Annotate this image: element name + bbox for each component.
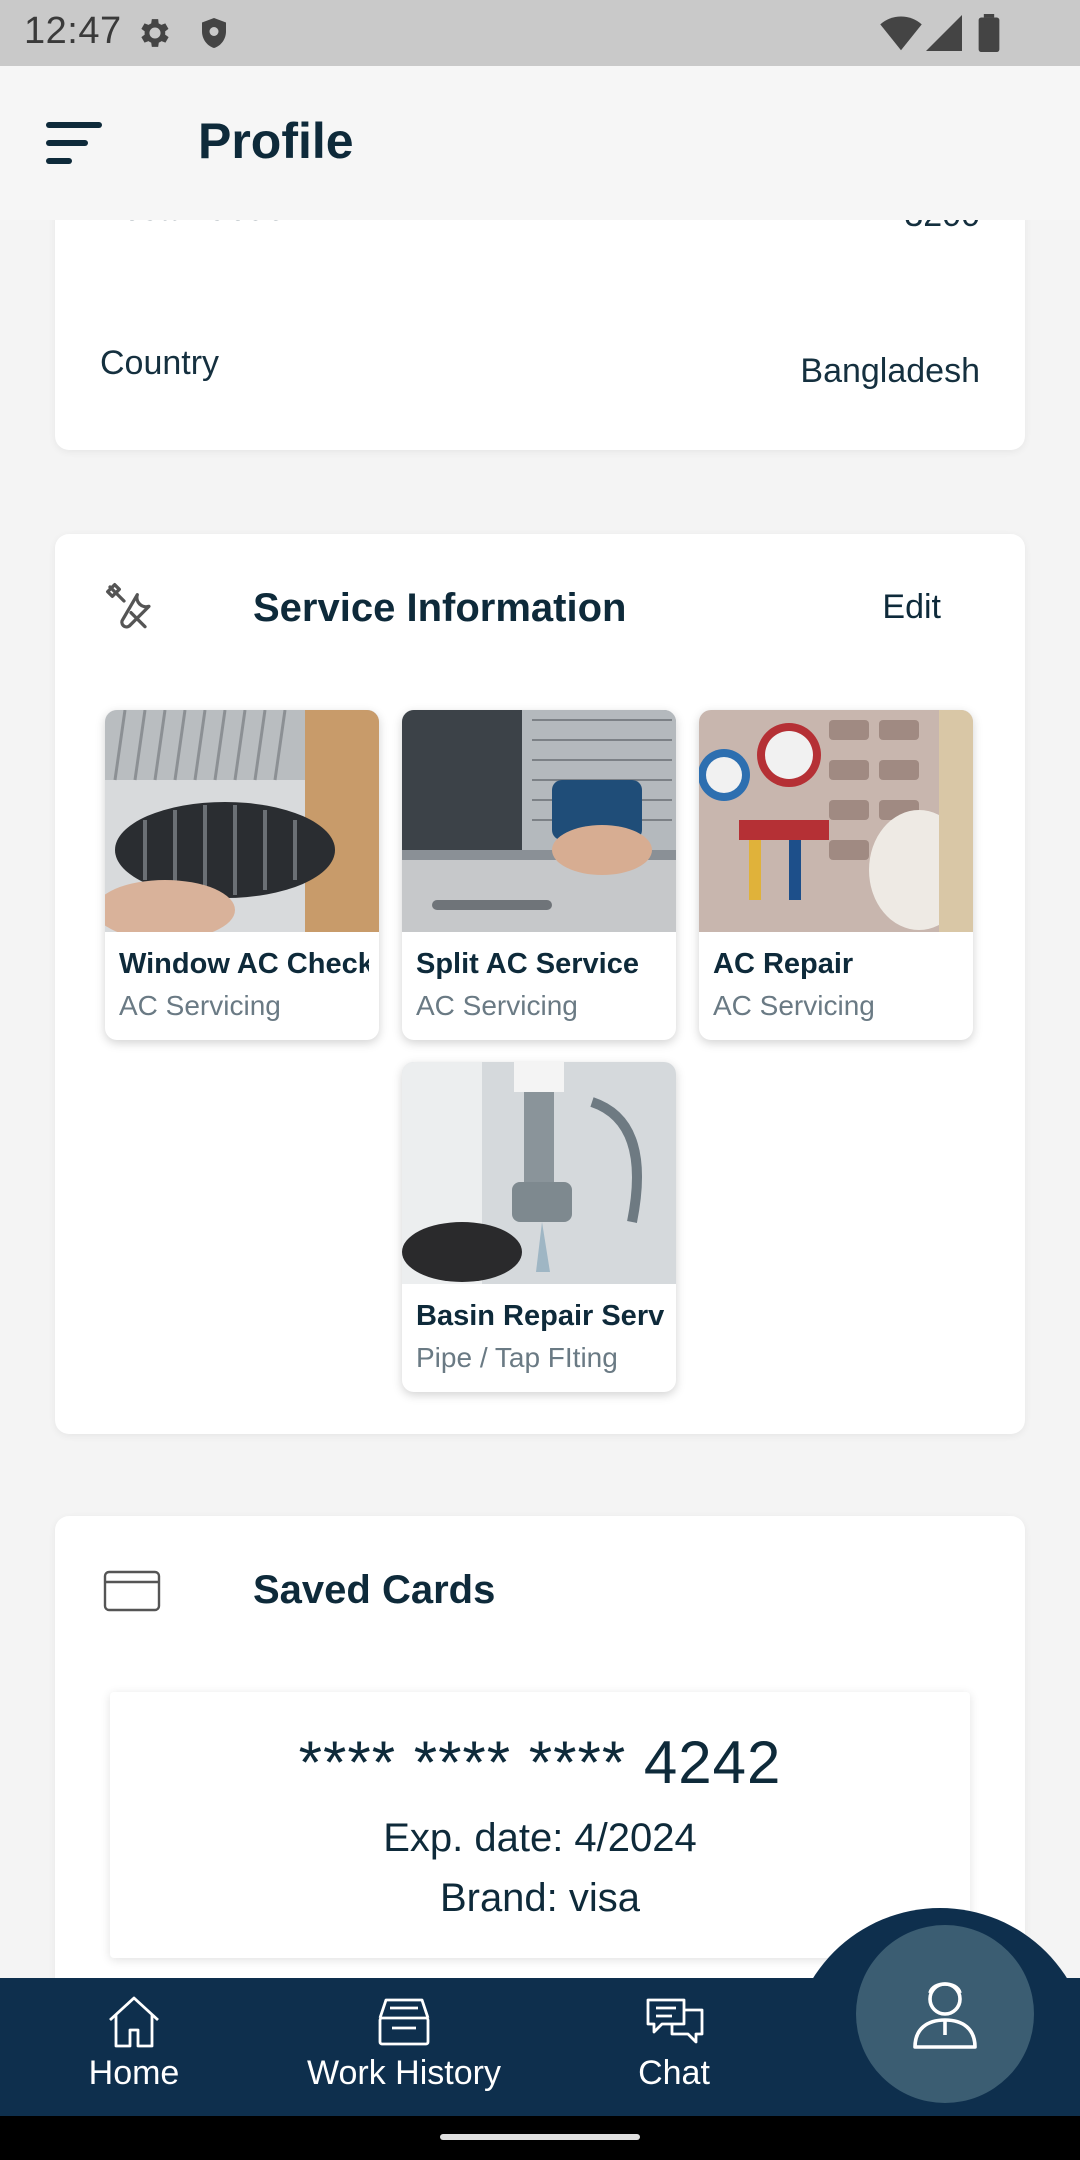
gesture-bar xyxy=(0,2116,1080,2160)
service-tile[interactable]: AC Repair AC Servicing xyxy=(699,710,973,1040)
credit-card-icon xyxy=(103,1570,161,1617)
nav-label: Chat xyxy=(638,2054,710,2092)
service-tile[interactable]: Window AC Check AC Servicing xyxy=(105,710,379,1040)
nav-profile-button[interactable] xyxy=(856,1925,1034,2103)
profile-content[interactable]: Postal Code 3200 Country Bangladesh Serv… xyxy=(0,220,1080,1980)
saved-cards-title: Saved Cards xyxy=(253,1568,496,1612)
edit-service-button[interactable]: Edit xyxy=(882,588,941,627)
service-tile[interactable]: Split AC Service AC Servicing xyxy=(402,710,676,1040)
chat-icon xyxy=(646,1998,704,2044)
service-information-card: Service Information Edit Window AC Check… xyxy=(55,534,1025,1434)
service-name: Window AC Check xyxy=(119,948,369,980)
service-tile[interactable]: Basin Repair Service Pipe / Tap FIting xyxy=(402,1062,676,1392)
nav-work-history[interactable]: Work History xyxy=(294,1978,514,2116)
menu-icon[interactable] xyxy=(46,122,106,166)
service-category: AC Servicing xyxy=(416,990,578,1021)
country-label: Country xyxy=(100,344,220,382)
country-value: Bangladesh xyxy=(800,352,980,390)
profile-icon xyxy=(913,1982,977,2049)
card-expiry: Exp. date: 4/2024 xyxy=(383,1816,697,1860)
shield-icon xyxy=(196,14,232,57)
wifi-icon xyxy=(880,14,922,57)
service-category: Pipe / Tap FIting xyxy=(416,1342,618,1373)
service-category: AC Servicing xyxy=(713,990,875,1021)
nav-label: Work History xyxy=(307,2054,501,2092)
card-brand: Brand: visa xyxy=(439,1876,641,1920)
service-information-title: Service Information xyxy=(253,586,627,630)
tools-icon xyxy=(103,580,159,641)
nav-label: Home xyxy=(88,2054,180,2092)
saved-cards-card: Saved Cards **** **** **** 4242 Exp. dat… xyxy=(55,1516,1025,1980)
cellular-signal-icon xyxy=(926,14,962,57)
status-bar: 12:47 xyxy=(0,0,1080,66)
status-time: 12:47 xyxy=(24,10,122,52)
home-icon xyxy=(109,1996,159,2048)
home-gesture-handle[interactable] xyxy=(440,2134,640,2140)
inbox-icon xyxy=(378,1998,430,2046)
nav-home[interactable]: Home xyxy=(64,1978,204,2116)
service-name: Split AC Service xyxy=(416,948,639,980)
app-bar: Profile xyxy=(0,66,1080,220)
saved-card-item[interactable]: **** **** **** 4242 Exp. date: 4/2024 Br… xyxy=(110,1692,970,1958)
basin-repair-image xyxy=(402,1062,676,1284)
service-name: Basin Repair Service xyxy=(416,1300,666,1332)
service-name: AC Repair xyxy=(713,948,854,980)
postal-code-label: Postal Code xyxy=(100,220,285,229)
split-ac-image xyxy=(402,710,676,932)
address-card: Postal Code 3200 Country Bangladesh xyxy=(55,220,1025,450)
window-ac-image xyxy=(105,710,379,940)
page-title: Profile xyxy=(198,113,354,169)
nav-chat[interactable]: Chat xyxy=(604,1978,744,2116)
card-number: **** **** **** 4242 xyxy=(298,1729,782,1796)
ac-repair-image xyxy=(699,710,973,932)
service-category: AC Servicing xyxy=(119,990,281,1021)
postal-code-value: 3200 xyxy=(904,220,980,235)
settings-icon xyxy=(136,14,174,57)
battery-icon xyxy=(978,14,1000,57)
